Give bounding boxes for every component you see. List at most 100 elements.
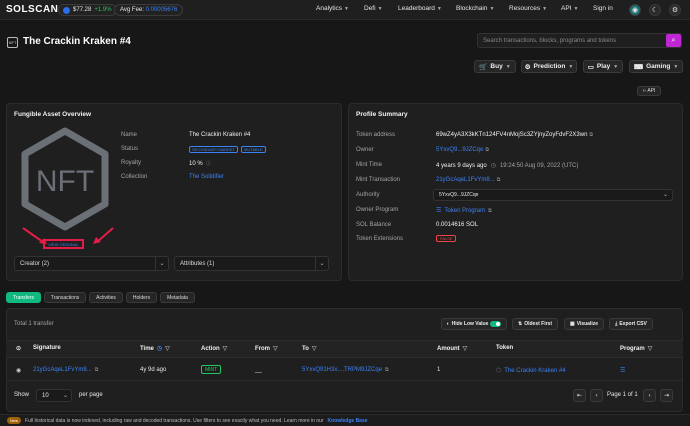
hide-low-value-toggle[interactable]: ◐ Hide Low Value (441, 318, 507, 330)
token-program-icon[interactable]: ☰ (620, 367, 625, 374)
owner-label: Owner (356, 147, 374, 153)
to-link[interactable]: 5YxvQ91H3x....TRPM9JZCqe (302, 367, 382, 373)
per-page-select[interactable]: 10 ⌄ (36, 389, 72, 402)
avg-fee-pill: Avg Fee: 0.00005676 (114, 4, 184, 16)
tab-transfers[interactable]: Transfers (6, 292, 41, 303)
hide-low-value-label: Hide Low Value (451, 321, 489, 327)
copy-icon[interactable]: ⧉ (497, 177, 501, 183)
copy-icon[interactable]: ⧉ (385, 367, 389, 373)
asset-overview-title: Fungible Asset Overview (14, 111, 92, 118)
token-link[interactable]: The Crackin Kraken #4 (504, 368, 565, 374)
export-csv-button[interactable]: ⤓ Export CSV (609, 318, 653, 330)
collection-link[interactable]: The Solidifier (189, 174, 224, 180)
token-extensions-value-wrap: FALSE (436, 235, 457, 242)
col-time[interactable]: Time ◷ ▽ (140, 345, 170, 353)
attributes-select-label: Attributes (1) (180, 260, 215, 267)
copy-icon[interactable]: ⧉ (95, 367, 99, 373)
column-settings-icon[interactable]: ⊙ (16, 345, 21, 352)
tab-activities[interactable]: Activities (89, 292, 123, 303)
theme-moon-icon[interactable]: ☾ (649, 4, 661, 16)
filter-icon[interactable]: ▽ (223, 345, 228, 352)
play-icon: ▭ (587, 63, 594, 71)
nav-api[interactable]: API ▼ (561, 5, 578, 12)
authority-select[interactable]: 5YxvQ9...9JZCqe ⌄ (433, 189, 673, 201)
mint-time-label: Mint Time (356, 162, 383, 168)
prediction-label: Prediction (533, 63, 566, 70)
nav-resources[interactable]: Resources ▼ (509, 5, 547, 12)
mint-transaction-link[interactable]: 21yGcAqeL1FvYm8... (436, 177, 495, 183)
api-button[interactable]: ‹› API (637, 86, 661, 96)
prediction-button[interactable]: ⚙ Prediction ▼ (521, 60, 577, 73)
gaming-button[interactable]: ⌨ Gaming ▼ (629, 60, 683, 73)
filter-icon[interactable]: ▽ (165, 345, 170, 352)
play-button[interactable]: ▭ Play ▼ (583, 60, 623, 73)
tab-transactions[interactable]: Transactions (44, 292, 86, 303)
filter-icon[interactable]: ▽ (312, 345, 317, 352)
to-cell: 5YxvQ91H3x....TRPM9JZCqe ⧉ (302, 367, 389, 373)
gaming-label: Gaming (646, 63, 671, 70)
signin-link[interactable]: Sign in (593, 5, 613, 12)
prev-page-button[interactable]: ‹ (590, 389, 603, 402)
solscan-logo[interactable]: SOLSCAN (6, 4, 58, 15)
sol-change: +1.9% (94, 7, 112, 13)
last-page-button[interactable]: ⇥ (660, 389, 673, 402)
authority-value: 5YxvQ9...9JZCqe (439, 192, 479, 198)
col-time-label: Time (140, 345, 154, 352)
filter-icon[interactable]: ▽ (463, 345, 468, 352)
nav-defi[interactable]: Defi ▼ (364, 5, 383, 12)
search-input[interactable]: Search transactions, blocks, programs an… (477, 33, 682, 48)
first-page-button[interactable]: ⇤ (573, 389, 586, 402)
status-label: Status (121, 146, 139, 152)
copy-icon[interactable]: ⧉ (485, 147, 489, 153)
signature-link[interactable]: 21yGcAqeL1FvYm8... (33, 367, 92, 373)
creator-select-label: Creator (2) (20, 260, 50, 267)
view-original-button[interactable]: VIEW ORIGINAL (43, 239, 84, 249)
buy-button[interactable]: 🛒 Buy ▼ (474, 60, 516, 73)
copy-icon[interactable]: ⧉ (589, 132, 593, 138)
settings-gear-icon[interactable]: ⚙ (669, 4, 681, 16)
toggle-switch[interactable] (490, 321, 502, 327)
nav-blockchain-label: Blockchain (456, 5, 488, 12)
wallet-icon[interactable]: ◉ (629, 4, 641, 16)
oldest-first-button[interactable]: ⇅ Oldest First (512, 318, 558, 330)
eye-icon[interactable]: ◉ (16, 367, 21, 374)
token-cell: ⬡ The Crackin Kraken #4 (496, 367, 566, 375)
chevron-down-icon: ⌄ (155, 257, 168, 270)
filter-icon[interactable]: ▽ (648, 345, 653, 352)
nft-placeholder-image: NFT (21, 127, 109, 231)
col-to-label: To (302, 345, 309, 352)
tab-holders[interactable]: Holders (126, 292, 157, 303)
knowledge-base-link[interactable]: Knowledge Base (328, 418, 368, 424)
sol-price: $77.28 (73, 7, 92, 13)
owner-program-link[interactable]: Token Program (444, 208, 485, 214)
creator-select[interactable]: Creator (2) ⌄ (14, 256, 169, 271)
visualize-button[interactable]: ▦ Visualize (564, 318, 604, 330)
attributes-select[interactable]: Attributes (1) ⌄ (174, 256, 329, 271)
clock-icon[interactable]: ◷ (157, 345, 162, 352)
nav-blockchain[interactable]: Blockchain ▼ (456, 5, 494, 12)
info-icon[interactable]: ⓘ (206, 160, 211, 167)
mint-time-utc: 19:24:50 Aug 09, 2022 (UTC) (499, 162, 579, 169)
next-page-button[interactable]: › (643, 389, 656, 402)
col-program: Program ▽ (620, 345, 653, 353)
nav-leaderboard[interactable]: Leaderboard ▼ (398, 5, 442, 12)
token-address-label: Token address (356, 132, 396, 138)
sol-balance-value: 0.0014616 SOL (436, 222, 479, 228)
copy-icon[interactable]: ⧉ (488, 208, 492, 214)
nav-analytics[interactable]: Analytics ▼ (316, 5, 349, 12)
search-icon[interactable]: ⌕ (666, 34, 681, 47)
sol-price-pill[interactable]: $77.28 +1.9% (58, 4, 117, 16)
token-extensions-badge: FALSE (436, 235, 457, 242)
owner-link[interactable]: 5YxvQ9...9JZCqe (436, 147, 483, 153)
filter-icon[interactable]: ▽ (273, 345, 278, 352)
code-icon: ‹› (642, 88, 646, 94)
nft-token-icon: ⬡ (496, 368, 502, 374)
show-label: Show (14, 392, 30, 398)
action-cell: MINT (201, 365, 222, 374)
signature-cell: 21yGcAqeL1FvYm8... ⧉ (33, 367, 98, 373)
mutable-badge: MUTABLE (240, 146, 266, 153)
chevron-down-icon: ⌄ (662, 192, 668, 198)
tab-metadata[interactable]: Metadata (160, 292, 195, 303)
mint-tx-wrap: 21yGcAqeL1FvYm8... ⧉ (436, 177, 500, 183)
col-action-label: Action (201, 345, 220, 352)
